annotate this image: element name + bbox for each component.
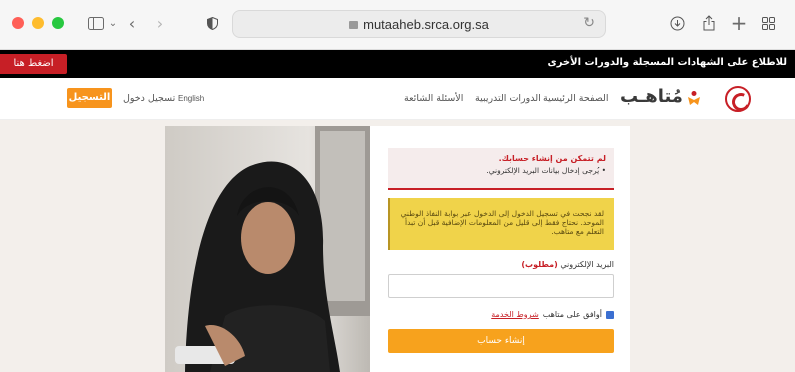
- address-bar[interactable]: mutaaheb.srca.org.sa ↻: [232, 10, 606, 38]
- shield-icon[interactable]: [205, 12, 219, 34]
- logo-text: مُتاهـب: [620, 86, 683, 107]
- email-field-label: البريد الإلكتروني (مطلوب): [388, 260, 614, 269]
- error-title: لم تتمكن من إنشاء حسابك.: [498, 154, 606, 163]
- hero-photo: [165, 126, 370, 372]
- email-field[interactable]: [388, 274, 614, 298]
- banner-click-here-button[interactable]: اضغط هنا: [0, 54, 67, 74]
- required-marker: (مطلوب): [521, 260, 558, 269]
- close-window-button[interactable]: [12, 17, 24, 29]
- mutaaheb-logo[interactable]: مُتاهـب: [616, 84, 716, 114]
- site-header: التسجيل تسجيل دخول English الأسئلة الشائ…: [0, 78, 795, 120]
- new-tab-icon[interactable]: +: [731, 11, 748, 35]
- back-icon[interactable]: ‹: [124, 12, 140, 34]
- terms-of-service-link[interactable]: شروط الخدمة: [491, 310, 539, 319]
- nav-courses-link[interactable]: الدورات التدريبية: [475, 93, 541, 104]
- certificates-banner: اضغط هنا للاطلاع على الشهادات المسجلة وا…: [0, 50, 795, 78]
- error-alert: لم تتمكن من إنشاء حسابك. يُرجى إدخال بيا…: [388, 148, 614, 190]
- tab-overview-icon[interactable]: [760, 12, 776, 34]
- sidebar-icon[interactable]: [85, 12, 107, 34]
- signup-form-panel: لم تتمكن من إنشاء حسابك. يُرجى إدخال بيا…: [370, 126, 630, 372]
- info-notice: لقد نجحت في تسجيل الدخول إلى الدخول عبر …: [388, 198, 614, 250]
- nav-home-link[interactable]: الصفحة الرئيسية: [543, 93, 609, 104]
- email-label-text: البريد الإلكتروني: [560, 260, 614, 269]
- window-controls: [12, 17, 64, 29]
- banner-text: للاطلاع على الشهادات المسجلة والدورات ال…: [547, 57, 787, 68]
- error-message: يُرجى إدخال بيانات البريد الإلكتروني.: [396, 166, 606, 175]
- logo-figure-icon: [688, 91, 700, 105]
- terms-prefix: أوافق على متاهب: [542, 310, 602, 319]
- maximize-window-button[interactable]: [52, 17, 64, 29]
- terms-agreement: أوافق على متاهب شروط الخدمة: [388, 310, 614, 319]
- share-icon[interactable]: [701, 12, 717, 34]
- reload-icon[interactable]: ↻: [583, 15, 595, 31]
- nav-faq-link[interactable]: الأسئلة الشائعة: [404, 93, 463, 104]
- minimize-window-button[interactable]: [32, 17, 44, 29]
- login-link[interactable]: تسجيل دخول: [123, 93, 175, 104]
- terms-checkbox[interactable]: [606, 310, 614, 319]
- forward-icon[interactable]: ›: [152, 12, 168, 34]
- register-button[interactable]: التسجيل: [67, 88, 112, 108]
- url-text: mutaaheb.srca.org.sa: [363, 17, 489, 32]
- language-link[interactable]: English: [178, 94, 204, 103]
- chevron-down-icon[interactable]: ⌄: [106, 12, 120, 34]
- download-icon[interactable]: [668, 12, 686, 34]
- create-account-button[interactable]: إنشاء حساب: [388, 329, 614, 353]
- browser-toolbar: ⌄ ‹ › mutaaheb.srca.org.sa ↻ +: [0, 0, 795, 50]
- srca-emblem-icon: [725, 86, 751, 112]
- lock-icon: [349, 21, 359, 29]
